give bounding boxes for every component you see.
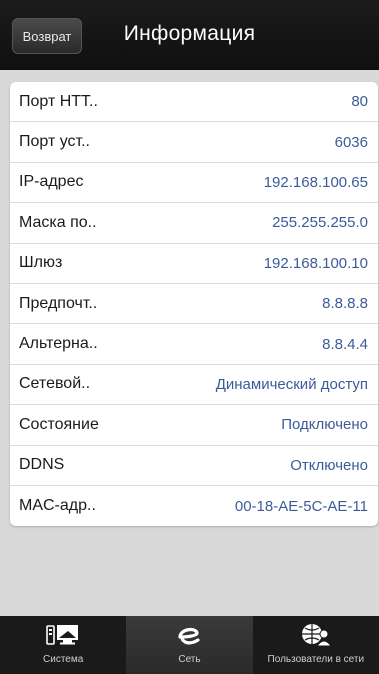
bottom-tab-bar: Система Сеть Пользователи в сети [0,616,379,674]
row-value: Динамический доступ [215,375,368,393]
monitor-icon [46,622,80,648]
row-label: IP-адрес [19,173,84,191]
network-e-icon [174,622,204,648]
tab-label: Система [43,654,84,665]
row-value: 192.168.100.10 [263,254,368,272]
row-value: 00-18-AE-5C-AE-11 [234,497,368,515]
row-value: 8.8.4.4 [322,335,368,353]
info-row-network-mode[interactable]: Сетевой.. Динамический доступ [10,365,378,406]
row-label: Маска по.. [19,213,97,231]
info-row-ddns[interactable]: DDNS Отключено [10,446,378,486]
info-row-device-port[interactable]: Порт уст.. 6036 [10,122,378,163]
info-row-gateway[interactable]: Шлюз 192.168.100.10 [10,244,378,284]
row-value: 80 [351,93,368,111]
row-value: Отключено [290,456,368,474]
info-row-preferred-dns[interactable]: Предпочт.. 8.8.8.8 [10,284,378,325]
tab-system[interactable]: Система [0,616,126,674]
row-label: Шлюз [19,254,63,272]
tab-online-users[interactable]: Пользователи в сети [253,616,379,674]
row-label: Предпочт.. [19,294,98,312]
info-list: Порт НТТ.. 80 Порт уст.. 6036 IP-адрес 1… [10,82,378,527]
row-label: Альтерна.. [19,335,98,353]
info-row-mac-address[interactable]: MAC-адр.. 00-18-AE-5C-AE-11 [10,486,378,526]
row-label: Состояние [19,415,99,433]
tab-label: Сеть [178,654,201,665]
info-row-subnet-mask[interactable]: Маска по.. 255.255.255.0 [10,203,378,244]
info-row-status[interactable]: Состояние Подключено [10,405,378,446]
row-label: Сетевой.. [19,375,91,393]
info-row-ip-address[interactable]: IP-адрес 192.168.100.65 [10,163,378,204]
tab-label: Пользователи в сети [267,654,365,665]
row-label: MAC-адр.. [19,497,96,515]
tab-network[interactable]: Сеть [126,616,253,674]
info-row-http-port[interactable]: Порт НТТ.. 80 [10,82,378,123]
globe-users-icon [299,622,333,648]
row-label: Порт уст.. [19,133,90,151]
row-label: Порт НТТ.. [19,92,98,110]
row-value: 8.8.8.8 [322,295,368,313]
page-title: Информация [123,22,256,45]
header-bar: Возврат Информация [0,0,379,70]
row-value: 255.255.255.0 [272,214,368,232]
info-row-alternate-dns[interactable]: Альтерна.. 8.8.4.4 [10,324,378,365]
row-value: Подключено [281,416,368,434]
row-value: 192.168.100.65 [263,173,368,191]
row-value: 6036 [334,133,368,151]
row-label: DDNS [19,456,65,474]
